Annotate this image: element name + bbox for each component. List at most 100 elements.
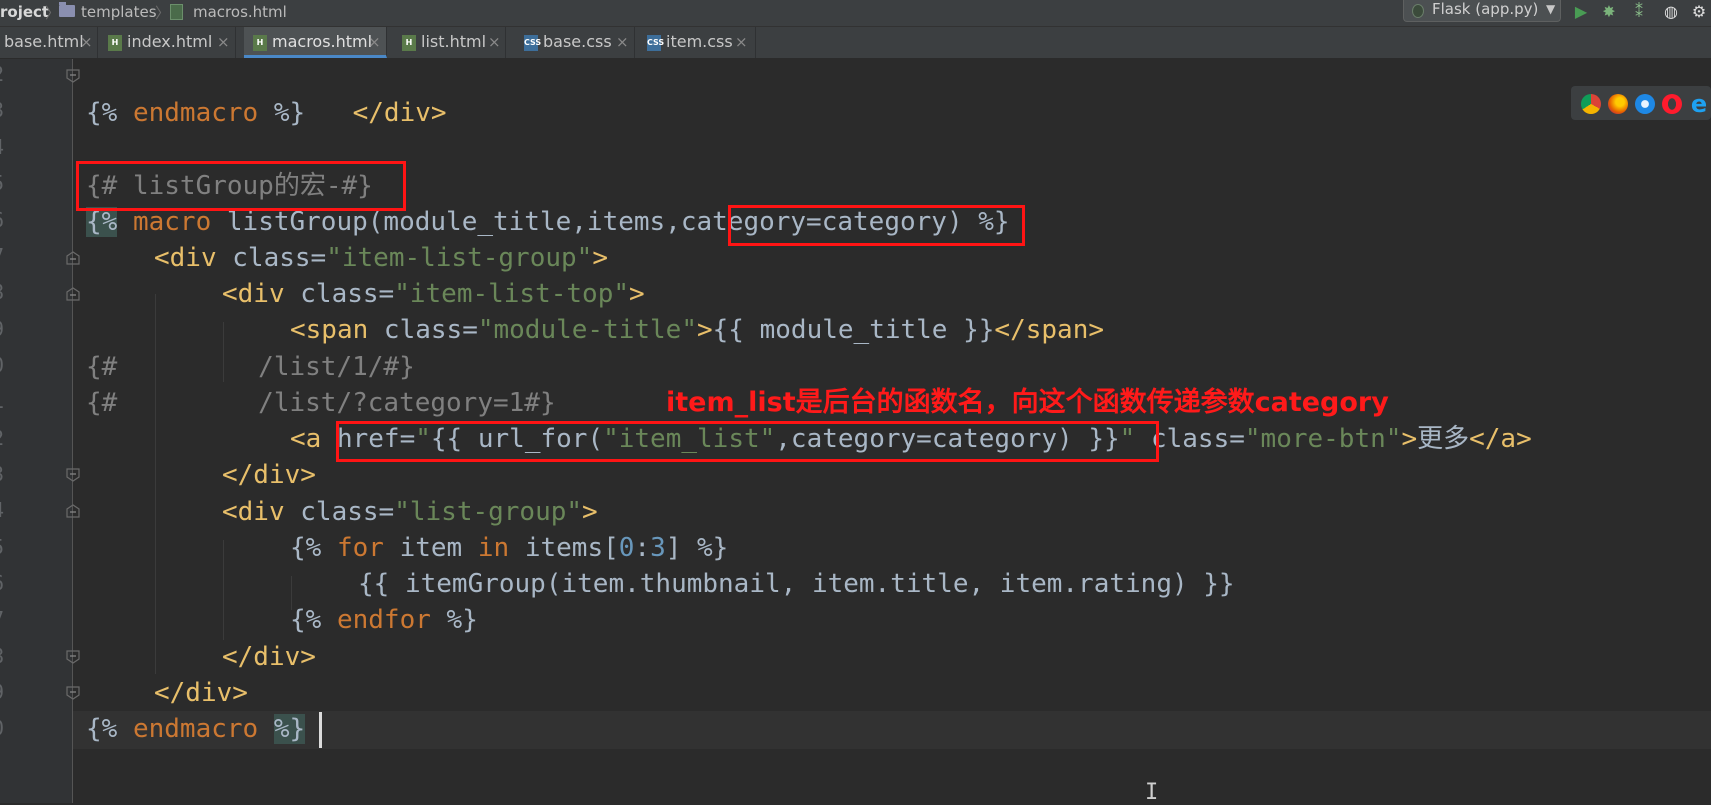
build-icon[interactable]: ⚙ (1688, 1, 1710, 21)
fold-start-icon[interactable] (65, 250, 81, 266)
tab-list-html[interactable]: H list.html × (393, 27, 506, 58)
code-token: : (634, 533, 651, 563)
firefox-icon[interactable] (1608, 94, 1628, 114)
close-icon[interactable]: × (368, 33, 381, 51)
breadcrumb-separator-icon: 〉 (155, 4, 171, 22)
close-icon[interactable]: × (488, 33, 501, 51)
code-token: <div (154, 243, 233, 273)
chevron-down-icon: ▼ (1546, 2, 1556, 16)
code-token: %} (430, 605, 478, 635)
code-token: {% (86, 207, 118, 237)
code-token: class= (300, 279, 395, 309)
close-icon[interactable]: × (217, 33, 230, 51)
tab-label: macros.html (272, 32, 373, 51)
breadcrumb-separator-icon: 〉 (45, 4, 61, 22)
code-line: </div> (290, 59, 447, 128)
indent-guide (223, 540, 224, 640)
line-number: 3 (0, 98, 12, 122)
code-token: </span> (994, 315, 1104, 345)
html-file-icon: H (108, 35, 122, 51)
close-icon[interactable]: × (616, 33, 629, 51)
folder-icon (59, 2, 75, 17)
fold-end-icon[interactable] (65, 467, 81, 483)
line-number: 5 (0, 171, 12, 195)
code-token: endmacro (132, 98, 259, 128)
line-number: 4 (0, 135, 12, 159)
code-token: %} (258, 98, 306, 128)
run-icon[interactable]: ▶ (1570, 1, 1592, 21)
line-number: 3 (0, 462, 12, 486)
editor-tab-bar: H base.html × H index.html × H macros.ht… (0, 27, 1711, 59)
fold-end-icon[interactable] (65, 649, 81, 665)
navigation-bar: roject 〉 templates 〉 macros.html Flask (… (0, 0, 1711, 27)
line-number: 6 (0, 208, 12, 232)
mouse-ibeam-cursor: I (1145, 780, 1159, 805)
coverage-icon[interactable]: ⁑ (1628, 1, 1650, 21)
annotation-box-param (728, 205, 1025, 246)
code-token: </div> (222, 642, 316, 672)
tab-base-css[interactable]: CSS base.css × (515, 27, 635, 58)
ie-icon[interactable]: e (1689, 92, 1709, 116)
code-line: </div> (154, 675, 248, 711)
line-number: 7 (0, 607, 12, 631)
code-token: <span (290, 315, 384, 345)
css-file-icon: CSS (524, 35, 541, 51)
text-cursor (319, 712, 322, 748)
code-token: endfor (336, 605, 431, 635)
fold-end-icon[interactable] (65, 68, 81, 84)
code-line: {% endmacro %} (86, 711, 306, 747)
line-number: 6 (0, 571, 12, 595)
html-file-icon (170, 4, 183, 20)
code-token: 0 (618, 533, 635, 563)
code-line: <div class="item-list-top"> (222, 276, 645, 312)
code-comment: {# /list/?category=1#} (86, 388, 556, 418)
fold-start-icon[interactable] (65, 503, 81, 519)
code-line: {# /list/1/#} (86, 349, 415, 385)
code-line: {% for item in items[0:3] %} (290, 530, 728, 566)
code-token: {{ itemGroup(item.thumbnail, item.title,… (358, 569, 1235, 599)
close-icon[interactable]: × (735, 33, 748, 51)
line-number: 9 (0, 317, 12, 341)
code-line: </div> (222, 639, 316, 675)
code-token: {% (86, 98, 133, 128)
code-token: </div> (154, 678, 248, 708)
tab-macros-html[interactable]: H macros.html × (244, 27, 387, 58)
tab-item-css[interactable]: CSS item.css × (638, 27, 756, 58)
fold-start-icon[interactable] (65, 286, 81, 302)
run-configuration-select[interactable]: Flask (app.py) ▼ (1403, 0, 1561, 22)
code-line: {% endfor %} (290, 602, 478, 638)
line-number: 0 (0, 353, 12, 377)
tab-label: index.html (127, 32, 213, 51)
tab-label: base.html (4, 32, 84, 51)
line-number: 9 (0, 680, 12, 704)
opera-icon[interactable] (1662, 94, 1682, 114)
code-token: ] %} (665, 533, 729, 563)
code-token: "list-group" (394, 497, 583, 527)
code-token: </a> (1469, 424, 1532, 454)
code-line: <div class="list-group"> (222, 494, 598, 530)
code-token: > (592, 243, 608, 273)
code-token: item (383, 533, 478, 563)
line-number: 2 (0, 426, 12, 450)
tab-index-html[interactable]: H index.html × (99, 27, 236, 58)
tab-label: list.html (421, 32, 487, 51)
code-token: endmacro (132, 714, 259, 744)
annotation-box-comment (76, 161, 406, 211)
breadcrumb-project[interactable]: roject (0, 3, 49, 21)
debug-icon[interactable]: ✸ (1598, 1, 1620, 21)
code-token: class= (1150, 424, 1245, 454)
safari-icon[interactable] (1635, 94, 1655, 114)
breadcrumb-folder[interactable]: templates (81, 3, 157, 21)
close-icon[interactable]: × (80, 33, 93, 51)
annotation-box-href (336, 421, 1159, 462)
code-line: <div class="item-list-group"> (154, 240, 608, 276)
code-token: "item-list-top" (394, 279, 630, 309)
tab-label: item.css (666, 32, 733, 51)
chrome-icon[interactable] (1581, 94, 1601, 114)
tab-base-html[interactable]: H base.html × (0, 27, 98, 58)
code-token: {% (290, 533, 337, 563)
breadcrumb-file[interactable]: macros.html (193, 3, 287, 21)
profile-icon[interactable]: ◍ (1660, 1, 1682, 21)
fold-end-icon[interactable] (65, 685, 81, 701)
